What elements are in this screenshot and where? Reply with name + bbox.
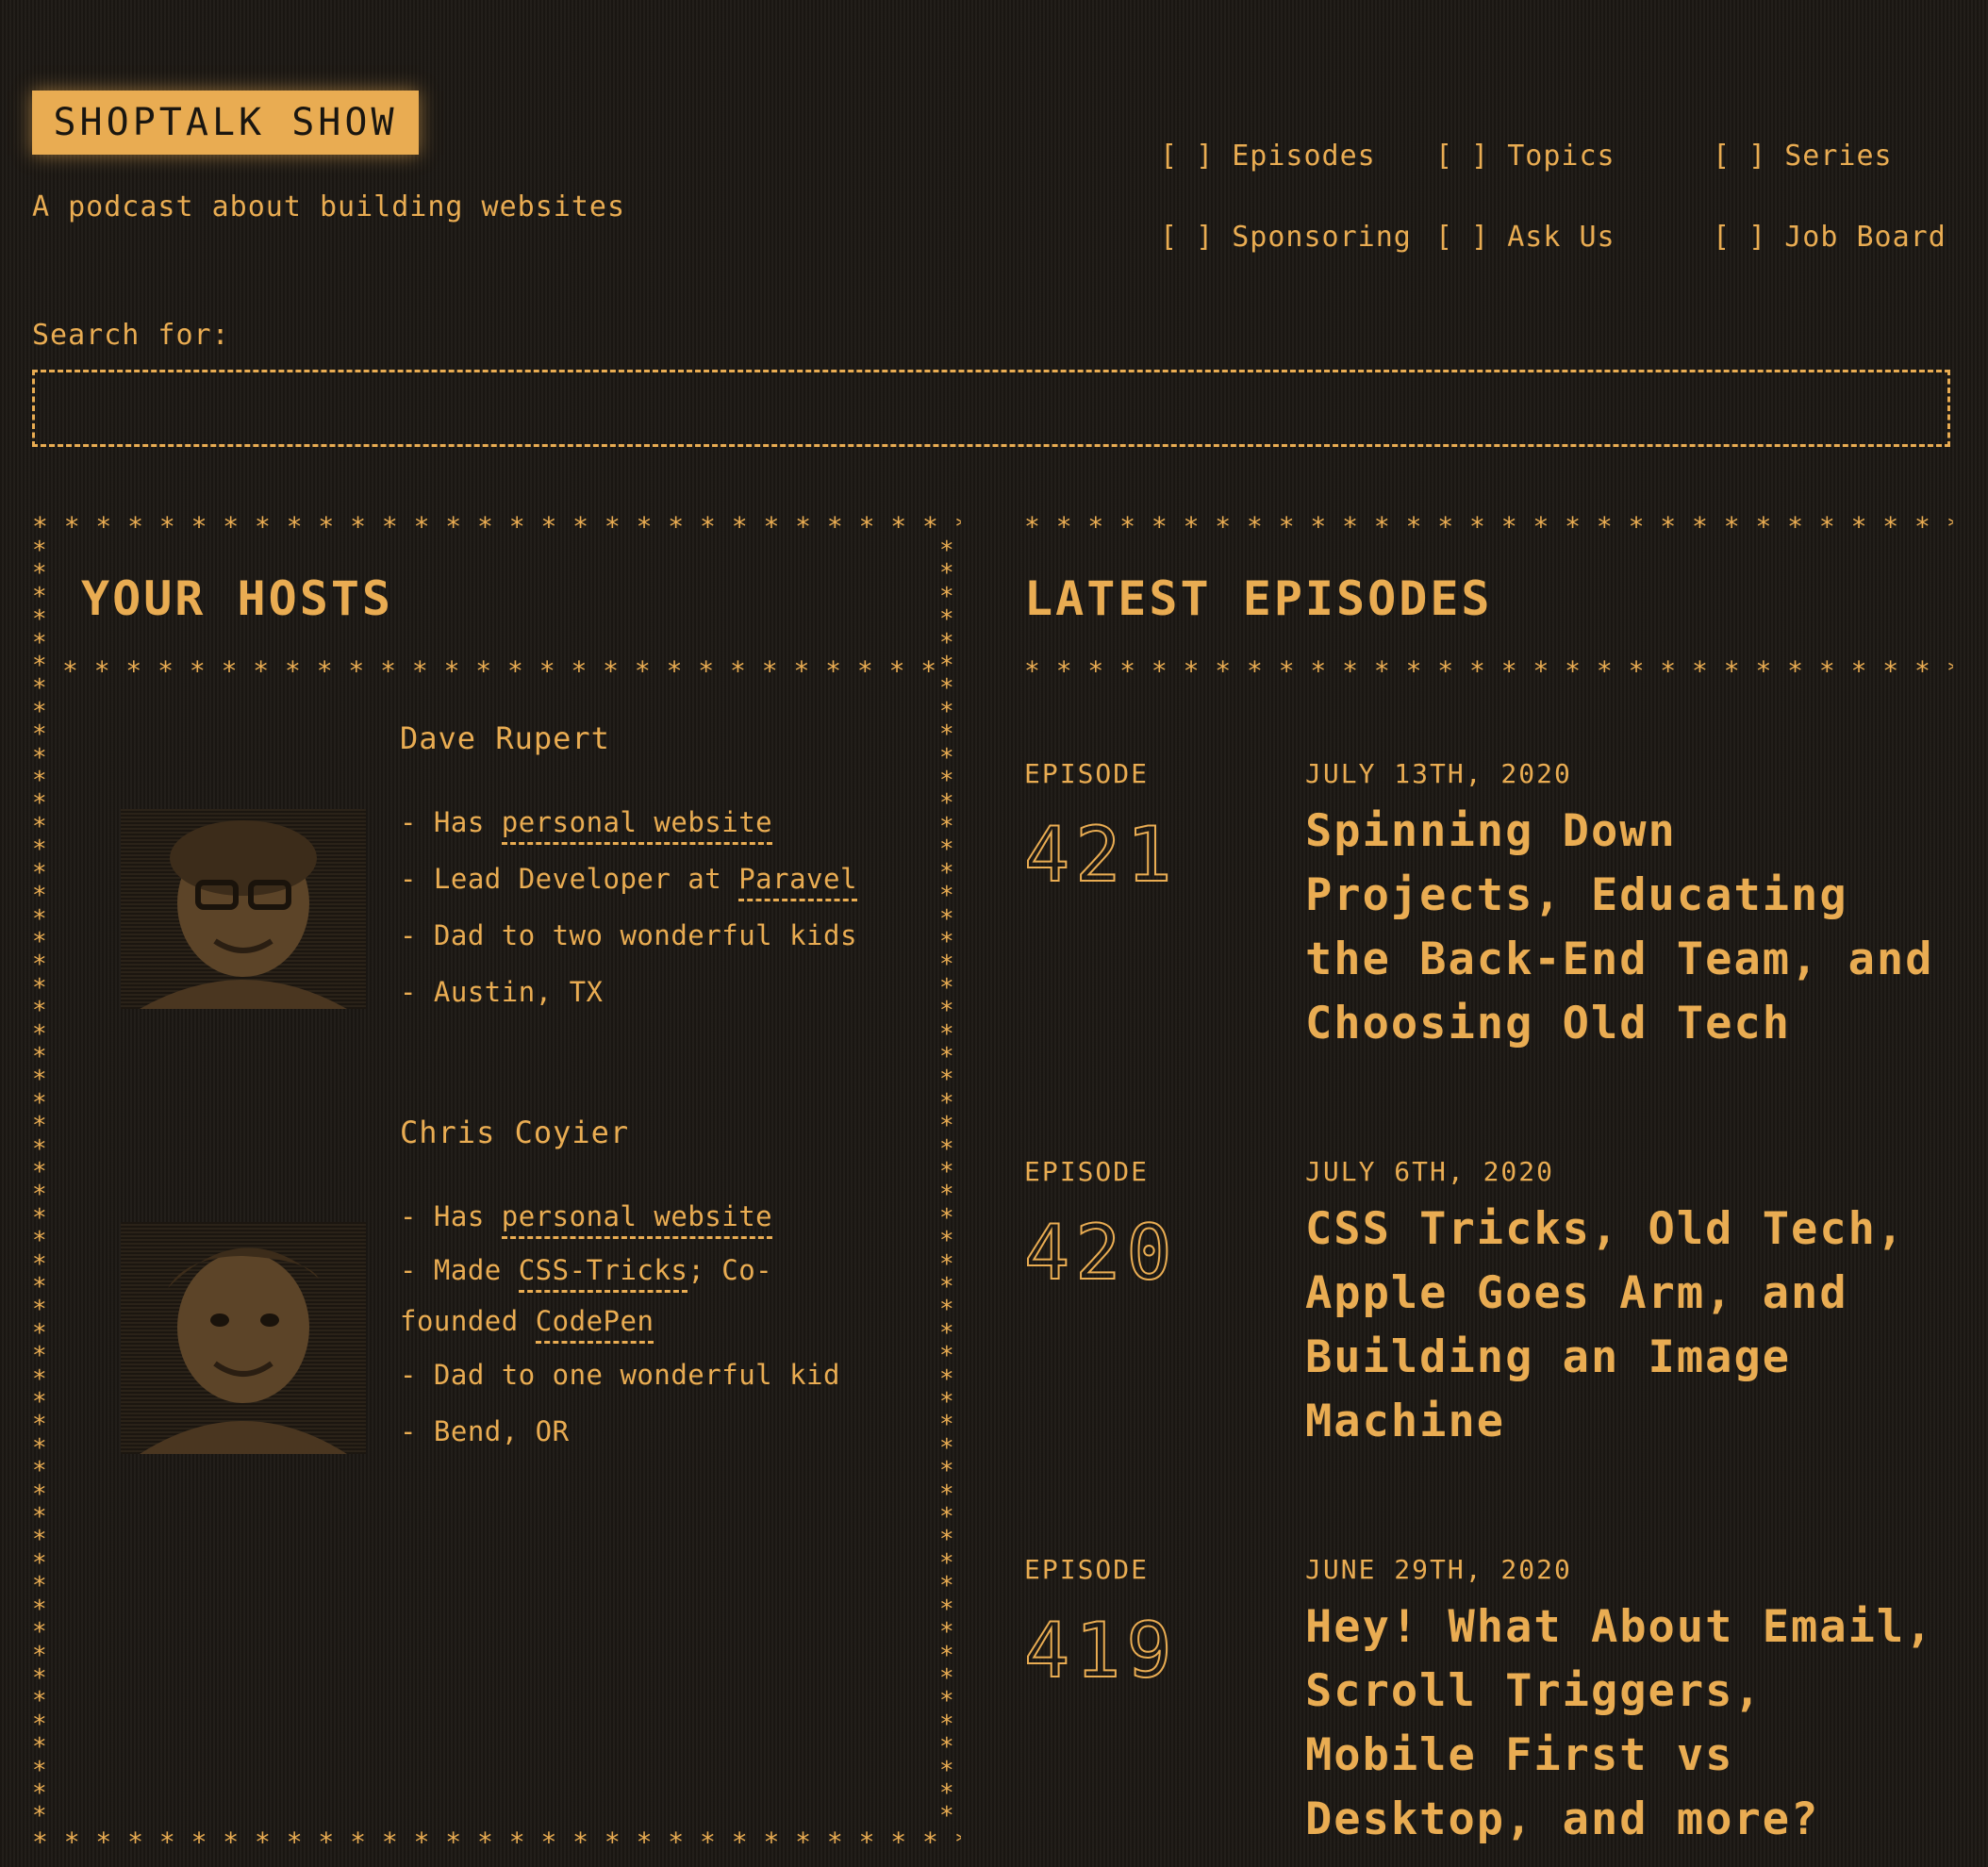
host-fact: - Lead Developer at Paravel	[400, 851, 857, 907]
episode-number: 420	[1023, 1208, 1178, 1297]
host-fact: - Austin, TX	[400, 976, 604, 1008]
host-photo-dave	[121, 809, 366, 1009]
episode-title-link[interactable]: Spinning Down Projects, Educating the Ba…	[1305, 800, 1947, 1056]
nav-label: Episodes	[1232, 140, 1376, 173]
host-fact: - Bend, OR	[400, 1415, 570, 1447]
host-facts-dave: - Has personal website - Lead Developer …	[400, 794, 857, 1020]
nav-item-episodes[interactable]: [ ] Episodes	[1160, 140, 1376, 173]
nav-item-series[interactable]: [ ] Series	[1713, 140, 1893, 173]
site-logo[interactable]: SHOPTALK SHOW	[32, 91, 419, 155]
host-name: Dave Rupert	[400, 720, 610, 756]
nav-bracket: [ ]	[1713, 221, 1767, 254]
nav-bracket: [ ]	[1713, 140, 1767, 173]
episode-label: EPISODE	[1024, 1554, 1150, 1585]
nav-item-topics[interactable]: [ ] Topics	[1435, 140, 1615, 173]
fact-text: - Has	[400, 806, 502, 838]
nav-label: Ask Us	[1507, 221, 1615, 254]
css-tricks-link[interactable]: CSS-Tricks	[518, 1254, 688, 1293]
hosts-border-bottom: * * * * * * * * * * * * * * * * * * * * …	[32, 1829, 961, 1856]
nav-label: Series	[1784, 140, 1893, 173]
host-fact: founded CodePen	[400, 1296, 840, 1347]
episode-date: JUNE 29TH, 2020	[1305, 1554, 1572, 1585]
avatar	[140, 820, 347, 1009]
episodes-title-divider: * * * * * * * * * * * * * * * * * * * * …	[1024, 658, 1953, 685]
search-label: Search for:	[32, 319, 230, 352]
site-tagline: A podcast about building websites	[32, 190, 626, 223]
host-facts-chris: - Has personal website - Made CSS-Tricks…	[400, 1188, 840, 1460]
episodes-title: LATEST EPISODES	[1024, 571, 1493, 626]
host-name: Chris Coyier	[400, 1115, 630, 1150]
nav-bracket: [ ]	[1435, 140, 1490, 173]
search-input[interactable]	[32, 370, 1950, 447]
avatar	[140, 1247, 347, 1454]
nav-item-job-board[interactable]: [ ] Job Board	[1713, 221, 1947, 254]
hosts-title: YOUR HOSTS	[81, 571, 394, 626]
episode-number: 421	[1023, 810, 1178, 900]
episode-title-link[interactable]: CSS Tricks, Old Tech, Apple Goes Arm, an…	[1305, 1198, 1947, 1454]
episode-date: JULY 6TH, 2020	[1305, 1156, 1555, 1187]
nav-item-sponsoring[interactable]: [ ] Sponsoring	[1160, 221, 1412, 254]
fact-text: ; Co-	[688, 1254, 773, 1286]
nav-label: Sponsoring	[1232, 221, 1412, 254]
host-photo-chris	[121, 1222, 366, 1454]
episode-label: EPISODE	[1024, 1156, 1150, 1187]
host-fact: - Has personal website	[400, 1188, 840, 1245]
fact-text: - Made	[400, 1254, 519, 1286]
nav-bracket: [ ]	[1160, 221, 1215, 254]
episode-number: 419	[1023, 1606, 1178, 1695]
hosts-border-left: * * * * * * * * * * * * * * * * * * * * …	[32, 539, 47, 1831]
personal-website-link[interactable]: personal website	[501, 1200, 773, 1239]
nav-label: Job Board	[1784, 221, 1947, 254]
host-fact: - Has personal website	[400, 794, 857, 851]
episode-label: EPISODE	[1024, 758, 1150, 789]
hosts-border-right: * * * * * * * * * * * * * * * * * * * * …	[939, 539, 954, 1831]
episodes-border-top: * * * * * * * * * * * * * * * * * * * * …	[1024, 514, 1953, 540]
nav-bracket: [ ]	[1160, 140, 1215, 173]
fact-text: - Lead Developer at	[400, 863, 739, 895]
episode-date: JULY 13TH, 2020	[1305, 758, 1572, 789]
nav-item-ask-us[interactable]: [ ] Ask Us	[1435, 221, 1615, 254]
host-fact: - Dad to one wonderful kid	[400, 1359, 840, 1391]
hosts-border-top: * * * * * * * * * * * * * * * * * * * * …	[32, 514, 961, 540]
host-fact: - Dad to two wonderful kids	[400, 919, 857, 951]
personal-website-link[interactable]: personal website	[501, 806, 773, 845]
codepen-link[interactable]: CodePen	[535, 1305, 654, 1344]
nav-label: Topics	[1507, 140, 1615, 173]
nav-bracket: [ ]	[1435, 221, 1490, 254]
episode-title-link[interactable]: Hey! What About Email, Scroll Triggers, …	[1305, 1595, 1947, 1852]
fact-text: - Has	[400, 1200, 502, 1232]
host-fact: - Made CSS-Tricks; Co-	[400, 1245, 840, 1296]
paravel-link[interactable]: Paravel	[738, 863, 857, 901]
fact-text: founded	[400, 1305, 536, 1337]
hosts-title-divider: * * * * * * * * * * * * * * * * * * * * …	[62, 658, 935, 685]
